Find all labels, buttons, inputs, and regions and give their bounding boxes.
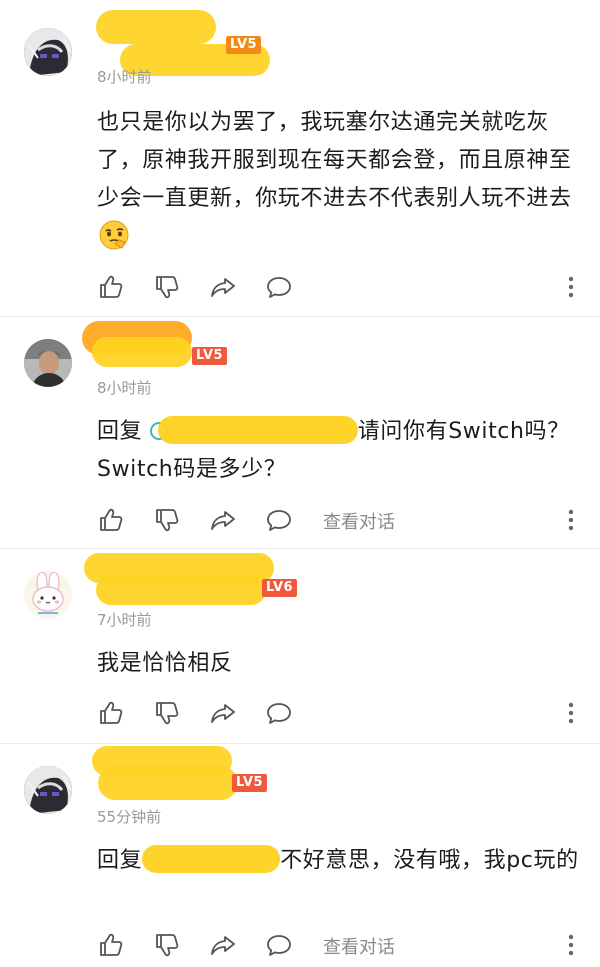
comment-text: 回复 不好意思，没有哦，我pc玩的: [97, 842, 587, 880]
comment-item: LV5 8小时前 回复 请问你有Switch吗？Switch码是多少？ 查看对话: [0, 317, 600, 548]
comment-text: 也只是你以为罢了，我玩塞尔达通完关就吃灰了，原神我开服到现在每天都会登，而且原神…: [97, 104, 587, 257]
like-icon[interactable]: [97, 931, 125, 959]
comment-icon[interactable]: [265, 699, 293, 727]
comment-time: 8小时前: [97, 379, 152, 397]
redacted-mention[interactable]: [157, 416, 358, 444]
more-icon[interactable]: [565, 699, 577, 727]
dislike-icon[interactable]: [153, 699, 181, 727]
avatar[interactable]: [24, 28, 72, 76]
comment-time: 7小时前: [97, 611, 152, 629]
action-bar: [97, 699, 577, 727]
comment-icon[interactable]: [265, 931, 293, 959]
comment-body: 也只是你以为罢了，我玩塞尔达通完关就吃灰了，原神我开服到现在每天都会登，而且原神…: [97, 110, 572, 211]
share-icon[interactable]: [209, 273, 237, 301]
avatar[interactable]: [24, 571, 72, 619]
action-bar: 查看对话: [97, 931, 577, 959]
comment-icon[interactable]: [265, 506, 293, 534]
avatar-image: [24, 28, 72, 76]
comment-icon[interactable]: [265, 273, 293, 301]
comment-time: 8小时前: [97, 68, 152, 86]
dislike-icon[interactable]: [153, 506, 181, 534]
avatar[interactable]: [24, 766, 72, 814]
redacted-mention[interactable]: [142, 845, 281, 873]
share-icon[interactable]: [209, 931, 237, 959]
redacted-username: [96, 10, 216, 44]
share-icon[interactable]: [209, 506, 237, 534]
avatar-image: [24, 339, 72, 387]
redacted-username: [92, 337, 192, 367]
level-badge: LV5: [226, 36, 262, 54]
level-badge: LV5: [232, 774, 268, 792]
level-badge: LV6: [262, 579, 298, 597]
more-icon[interactable]: [565, 273, 577, 301]
like-icon[interactable]: [97, 699, 125, 727]
avatar[interactable]: [24, 339, 72, 387]
reply-prefix: 回复: [97, 848, 143, 873]
avatar-image: [24, 571, 72, 619]
comment-text: 回复 请问你有Switch吗？Switch码是多少？: [97, 413, 587, 489]
like-icon[interactable]: [97, 273, 125, 301]
reply-prefix: 回复: [97, 419, 143, 444]
dislike-icon[interactable]: [153, 931, 181, 959]
avatar-image: [24, 766, 72, 814]
view-conversation-link[interactable]: 查看对话: [323, 508, 395, 534]
thinking-face-icon: [99, 220, 129, 250]
redacted-username: [96, 575, 266, 605]
comment-item: LV5 55分钟前 回复 不好意思，没有哦，我pc玩的 查看对话: [0, 744, 600, 967]
level-badge: LV5: [192, 347, 228, 365]
dislike-icon[interactable]: [153, 273, 181, 301]
redacted-username: [98, 766, 238, 800]
view-conversation-link[interactable]: 查看对话: [323, 933, 395, 959]
comment-body: 不好意思，没有哦，我pc玩的: [280, 848, 579, 873]
comment-time: 55分钟前: [97, 808, 162, 826]
like-icon[interactable]: [97, 506, 125, 534]
action-bar: 查看对话: [97, 506, 577, 534]
comment-item: LV6 7小时前 我是恰恰相反: [0, 549, 600, 743]
action-bar: [97, 273, 577, 301]
comment-item: LV5 8小时前 也只是你以为罢了，我玩塞尔达通完关就吃灰了，原神我开服到现在每…: [0, 0, 600, 316]
comment-text: 我是恰恰相反: [97, 651, 233, 676]
more-icon[interactable]: [565, 506, 577, 534]
more-icon[interactable]: [565, 931, 577, 959]
share-icon[interactable]: [209, 699, 237, 727]
